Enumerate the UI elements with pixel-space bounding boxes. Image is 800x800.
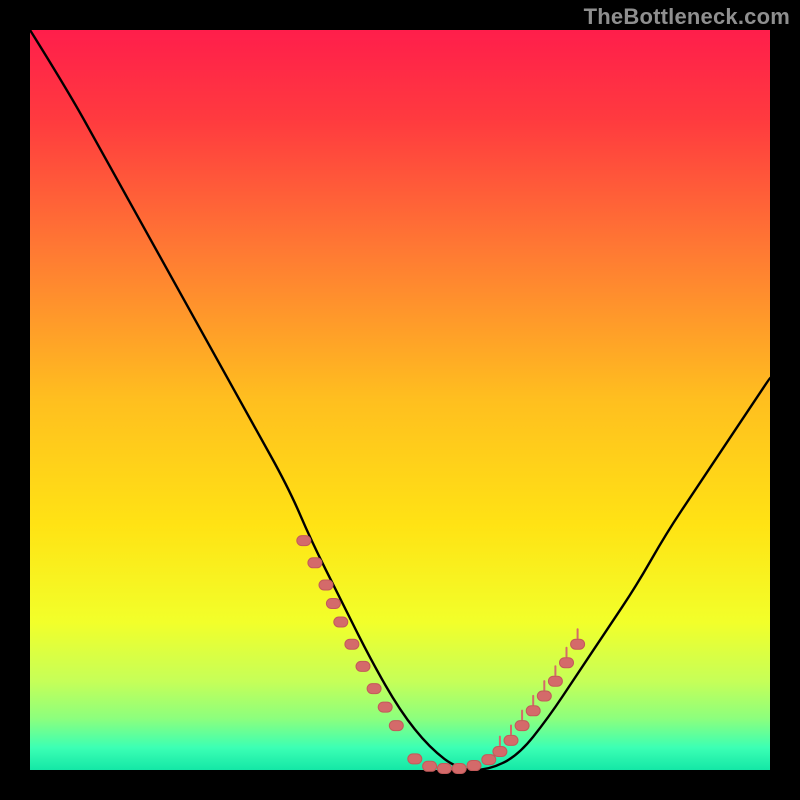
data-marker bbox=[571, 639, 585, 649]
data-marker bbox=[452, 764, 466, 774]
data-marker bbox=[467, 761, 481, 771]
data-marker bbox=[560, 658, 574, 668]
chart-stage: TheBottleneck.com bbox=[0, 0, 800, 800]
data-marker bbox=[408, 754, 422, 764]
data-marker bbox=[515, 721, 529, 731]
data-marker bbox=[356, 661, 370, 671]
watermark-label: TheBottleneck.com bbox=[584, 4, 790, 30]
data-marker bbox=[308, 558, 322, 568]
data-marker bbox=[297, 536, 311, 546]
plot-background bbox=[30, 30, 770, 770]
data-marker bbox=[389, 721, 403, 731]
data-marker bbox=[334, 617, 348, 627]
data-marker bbox=[437, 764, 451, 774]
data-marker bbox=[326, 599, 340, 609]
bottleneck-chart bbox=[0, 0, 800, 800]
data-marker bbox=[548, 676, 562, 686]
data-marker bbox=[378, 702, 392, 712]
data-marker bbox=[537, 691, 551, 701]
data-marker bbox=[367, 684, 381, 694]
data-marker bbox=[526, 706, 540, 716]
data-marker bbox=[423, 761, 437, 771]
data-marker bbox=[345, 639, 359, 649]
data-marker bbox=[319, 580, 333, 590]
data-marker bbox=[482, 755, 496, 765]
data-marker bbox=[493, 747, 507, 757]
data-marker bbox=[504, 735, 518, 745]
